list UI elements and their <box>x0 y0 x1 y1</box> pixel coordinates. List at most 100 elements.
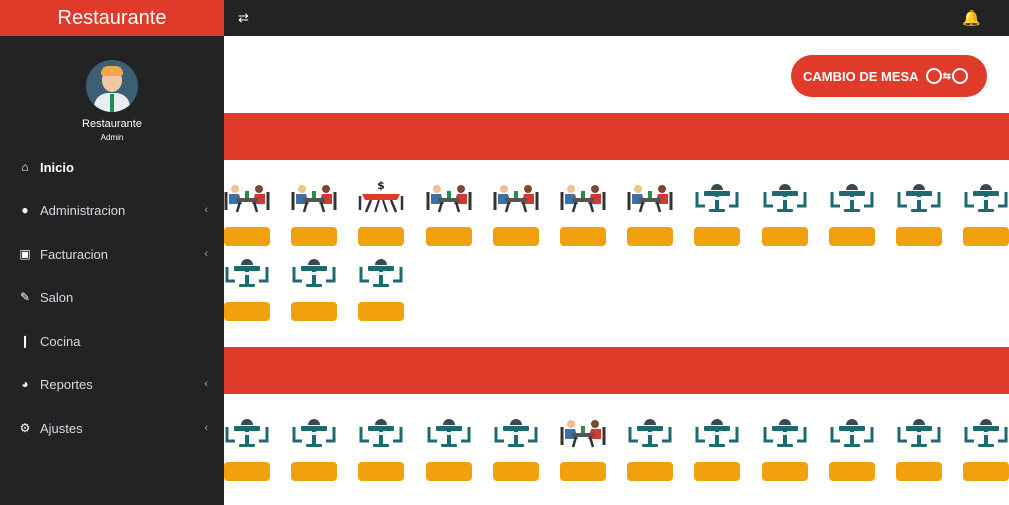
table-free[interactable] <box>963 180 1009 250</box>
table-free[interactable] <box>896 415 942 485</box>
sidebar: Restaurante Restaurante Admin ⌂ Inicio ●… <box>0 0 224 505</box>
free-table-icon <box>762 415 808 455</box>
table-label[interactable] <box>358 462 404 481</box>
free-table-icon <box>829 180 875 220</box>
chevron-left-icon: ‹ <box>204 248 208 260</box>
sidebar-item-reportes[interactable]: ◕ Reportes ‹ <box>0 369 224 399</box>
table-label[interactable] <box>963 227 1009 246</box>
free-table-icon <box>291 415 337 455</box>
table-free[interactable] <box>627 415 673 485</box>
table-label[interactable] <box>829 227 875 246</box>
table-label[interactable] <box>963 462 1009 481</box>
chevron-left-icon: ‹ <box>204 422 208 434</box>
section-header <box>224 347 1009 394</box>
free-table-icon <box>358 255 404 295</box>
sidebar-item-facturacion[interactable]: ▣ Facturacion ‹ <box>0 239 224 269</box>
table-label[interactable] <box>627 227 673 246</box>
user-icon: ● <box>21 203 29 217</box>
sidebar-item-administracion[interactable]: ● Administracion ‹ <box>0 195 224 225</box>
table-row: $ <box>224 179 1009 250</box>
table-label[interactable] <box>627 462 673 481</box>
free-table-icon <box>426 415 472 455</box>
table-free[interactable] <box>291 255 337 325</box>
cutlery-icon: ❙ <box>19 334 31 348</box>
free-table-icon <box>762 180 808 220</box>
table-free[interactable] <box>762 415 808 485</box>
gear-icon: ⚙ <box>19 421 31 435</box>
table-label[interactable] <box>493 227 539 246</box>
table-label[interactable] <box>224 462 270 481</box>
avatar <box>86 60 138 112</box>
table-label[interactable] <box>291 302 337 321</box>
sidebar-item-label: Ajustes <box>40 420 83 436</box>
table-label[interactable] <box>694 227 740 246</box>
table-occupied[interactable] <box>493 180 539 250</box>
table-label[interactable] <box>829 462 875 481</box>
free-table-icon <box>358 415 404 455</box>
table-free[interactable] <box>493 415 539 485</box>
table-free[interactable] <box>694 180 740 250</box>
chevron-left-icon: ‹ <box>204 204 208 216</box>
table-label[interactable] <box>291 227 337 246</box>
sidebar-item-ajustes[interactable]: ⚙ Ajustes ‹ <box>0 413 224 443</box>
table-label[interactable] <box>560 227 606 246</box>
table-occupied[interactable] <box>291 180 337 250</box>
free-table-icon <box>224 415 270 455</box>
table-label[interactable] <box>762 227 808 246</box>
table-label[interactable] <box>291 462 337 481</box>
table-free[interactable] <box>426 415 472 485</box>
table-free[interactable] <box>829 415 875 485</box>
user-role: Admin <box>100 133 124 142</box>
table-free[interactable] <box>762 180 808 250</box>
table-occupied[interactable] <box>627 180 673 250</box>
table-free[interactable] <box>358 255 404 325</box>
sidebar-item-label: Cocina <box>40 333 81 349</box>
brand-logo[interactable]: Restaurante <box>0 0 224 36</box>
chevron-left-icon: ‹ <box>204 378 208 390</box>
table-free[interactable] <box>963 415 1009 485</box>
cambio-de-mesa-button[interactable]: CAMBIO DE MESA ⇆ <box>791 55 987 97</box>
table-free[interactable] <box>291 415 337 485</box>
bell-icon[interactable]: 🔔 <box>962 9 981 27</box>
sidebar-item-label: Salon <box>40 289 74 305</box>
table-free[interactable] <box>896 180 942 250</box>
free-table-icon <box>694 415 740 455</box>
table-occupied[interactable] <box>426 180 472 250</box>
table-row <box>224 415 1009 485</box>
cambio-de-mesa-label: CAMBIO DE MESA <box>803 68 919 84</box>
table-free[interactable] <box>358 415 404 485</box>
table-label[interactable] <box>493 462 539 481</box>
table-label[interactable] <box>896 462 942 481</box>
table-label[interactable] <box>896 227 942 246</box>
table-label[interactable] <box>560 462 606 481</box>
table-free[interactable] <box>829 180 875 250</box>
table-free[interactable] <box>694 415 740 485</box>
svg-text:$: $ <box>377 180 385 192</box>
table-occupied[interactable] <box>224 180 270 250</box>
swap-arrows-icon[interactable]: ⇄ <box>238 10 249 26</box>
sidebar-item-salon[interactable]: ✎ Salon <box>0 282 224 312</box>
table-row <box>224 255 1009 325</box>
free-table-icon <box>963 415 1009 455</box>
table-label[interactable] <box>224 227 270 246</box>
table-label[interactable] <box>358 227 404 246</box>
table-occupied[interactable] <box>560 180 606 250</box>
table-label[interactable] <box>358 302 404 321</box>
table-label[interactable] <box>224 302 270 321</box>
money-icon: ▣ <box>19 247 31 261</box>
free-table-icon <box>829 415 875 455</box>
free-table-icon <box>896 180 942 220</box>
table-free[interactable] <box>224 255 270 325</box>
table-billing[interactable]: $ <box>358 179 404 250</box>
section-header <box>224 113 1009 160</box>
table-label[interactable] <box>694 462 740 481</box>
table-occupied[interactable] <box>560 415 606 485</box>
table-free[interactable] <box>224 415 270 485</box>
table-label[interactable] <box>762 462 808 481</box>
sidebar-item-cocina[interactable]: ❙ Cocina <box>0 326 224 356</box>
free-table-icon <box>963 180 1009 220</box>
table-label[interactable] <box>426 462 472 481</box>
sidebar-item-inicio[interactable]: ⌂ Inicio <box>0 152 224 182</box>
occupied-table-icon <box>493 180 539 220</box>
table-label[interactable] <box>426 227 472 246</box>
